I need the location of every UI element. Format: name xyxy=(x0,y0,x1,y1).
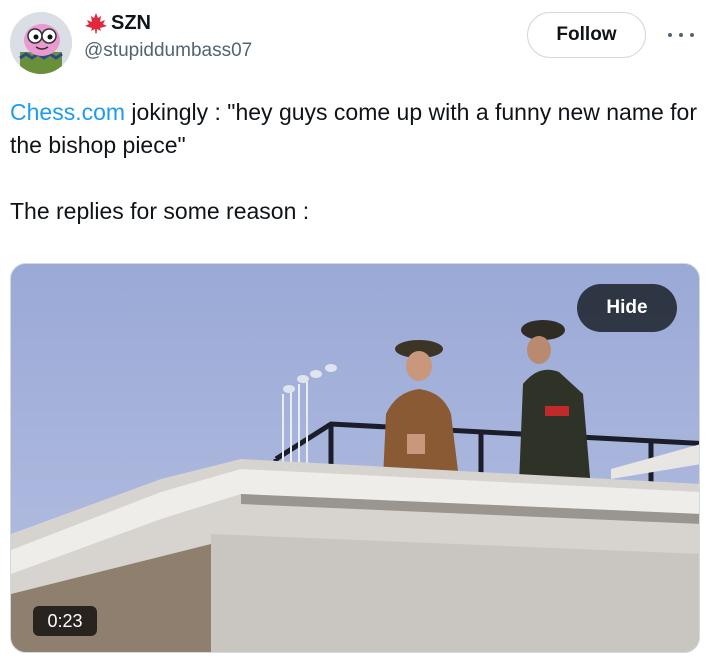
tweet-header: SZN @stupiddumbass07 Follow xyxy=(0,0,710,90)
follow-button[interactable]: Follow xyxy=(527,12,646,58)
cartoon-avatar-icon xyxy=(10,12,72,74)
mention-link[interactable]: Chess.com xyxy=(10,99,125,125)
author-avatar[interactable] xyxy=(10,12,72,74)
display-name-text: SZN xyxy=(111,12,151,34)
author-display-name[interactable]: SZN xyxy=(84,10,252,36)
tweet-line-2: The replies for some reason : xyxy=(10,198,310,224)
tweet-line-1: Chess.com jokingly : "hey guys come up w… xyxy=(10,96,700,162)
tweet-text: Chess.com jokingly : "hey guys come up w… xyxy=(10,96,700,228)
maple-leaf-icon xyxy=(85,13,107,34)
more-options-icon[interactable] xyxy=(668,25,694,45)
hide-button[interactable]: Hide xyxy=(577,284,677,332)
video-duration-badge: 0:23 xyxy=(33,606,97,636)
author-handle[interactable]: @stupiddumbass07 xyxy=(84,38,252,64)
video-player[interactable]: Hide 0:23 xyxy=(10,263,700,653)
author-info: SZN @stupiddumbass07 xyxy=(84,10,252,64)
